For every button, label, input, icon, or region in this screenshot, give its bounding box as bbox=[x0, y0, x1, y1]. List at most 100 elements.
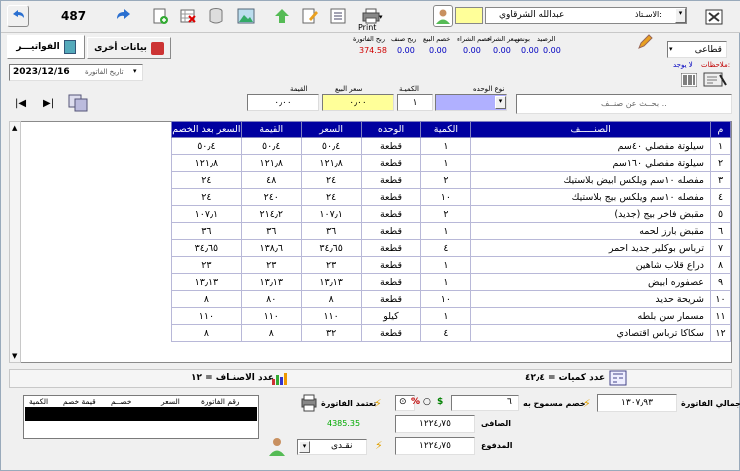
image-icon[interactable] bbox=[235, 5, 257, 27]
toolbar: 487 Print ▾ عبدالله الشرقاوي الاسـتاذ: ▾ bbox=[1, 1, 740, 33]
table-row[interactable]: ٢٤ ٢٤٠ ٢٤ قطعة ١٠ مفصله ١٠سم ويلكس بيج بلاستي… bbox=[171, 188, 732, 206]
radio-selected-icon[interactable]: ⊙ bbox=[399, 397, 407, 407]
new-document-icon[interactable] bbox=[149, 5, 171, 27]
customer-code-field[interactable] bbox=[455, 7, 483, 24]
tab-other-data[interactable]: بيانات أخرى bbox=[87, 37, 171, 59]
customer-name: عبدالله الشرقاوي bbox=[499, 10, 565, 20]
table-row[interactable]: ٨ ٨ ٣٢ قطعة ٤ سكاكا ترباس اقتصادي ١٢ bbox=[171, 324, 732, 342]
summary-value: 0.00 bbox=[493, 46, 511, 55]
table-cell: مقبض بارز لحمه bbox=[470, 222, 711, 240]
allowed-discount-value: ٦ bbox=[507, 397, 512, 407]
table-cell: شريحة حديد bbox=[470, 290, 711, 308]
summary-label: خصم الشراء bbox=[457, 35, 492, 43]
column-header[interactable]: القيمة bbox=[240, 121, 302, 138]
table-cell: ٨ bbox=[709, 256, 732, 274]
undo-icon[interactable] bbox=[7, 5, 29, 27]
items-table: السعر بعد الخصم القيمة السعر الوحده الكمية ال… bbox=[171, 121, 732, 342]
table-row[interactable]: ٣٤٫٦٥ ١٣٨٫٦ ٣٤٫٦٥ قطعة ٤ ترباس بوكلير جديد اح… bbox=[171, 239, 732, 257]
value-field[interactable]: ٠٫٠٠ bbox=[247, 94, 319, 111]
table-cell: ٤ bbox=[420, 239, 472, 257]
allowed-discount-label: خصم مسموح به bbox=[523, 399, 586, 408]
table-cell: ١٠ bbox=[420, 188, 472, 206]
table-cell: ١ bbox=[420, 154, 472, 172]
table-row[interactable]: ٢٣ ٢٣ ٢٣ قطعة ١ دراع قلاب شاهين ٨ bbox=[171, 256, 732, 274]
summary-label: ربح صنف bbox=[391, 35, 417, 43]
table-row[interactable]: ١١٠ ١١٠ ١١٠ كيلو ١ مسمار سن بلطه ١١ bbox=[171, 307, 732, 325]
green-value: 4385.35 bbox=[327, 419, 361, 428]
list-icon[interactable] bbox=[327, 5, 349, 27]
table-cell: ٢ bbox=[709, 154, 732, 172]
table-cell: ٩ bbox=[709, 273, 732, 291]
table-row[interactable]: ٨ ٨٠ ٨ قطعة ١٠ شريحة حديد ١٠ bbox=[171, 290, 732, 308]
summary-value: 374.58 bbox=[359, 46, 387, 55]
table-scrollbar[interactable]: ▲ ▼ bbox=[9, 121, 21, 363]
column-header[interactable]: السعر bbox=[300, 121, 362, 138]
chevron-down-icon[interactable]: ▾ bbox=[379, 13, 383, 21]
table-cell: ٧ bbox=[709, 239, 732, 257]
customer-dropdown-button[interactable]: ▾ bbox=[675, 8, 686, 23]
next-record-icon[interactable]: ▶| bbox=[43, 98, 54, 109]
scroll-down-icon[interactable]: ▼ bbox=[12, 352, 17, 360]
barcode-icon[interactable] bbox=[680, 72, 698, 88]
chevron-down-icon[interactable]: ▾ bbox=[299, 441, 310, 453]
price-label: سعر البيع bbox=[335, 85, 363, 93]
edit-icon[interactable] bbox=[299, 5, 321, 27]
sale-type-select[interactable]: قطاعى bbox=[667, 41, 727, 58]
column-header[interactable]: السعر بعد الخصم bbox=[171, 121, 242, 138]
percent-label: % bbox=[411, 397, 421, 407]
table-cell: ٤ bbox=[420, 324, 472, 342]
table-cell: ٥٠٫٤ bbox=[300, 137, 362, 155]
table-row[interactable]: ٣٦ ٣٦ ٣٦ قطعة ١ مقبض بارز لحمه ٦ bbox=[171, 222, 732, 240]
table-row[interactable]: ١٠٧٫١ ٢١٤٫٢ ١٠٧٫١ قطعة ٢ مقبض فاخر بيج (جديد)… bbox=[171, 205, 732, 223]
chevron-down-icon[interactable]: ▾ bbox=[495, 96, 506, 109]
table-cell: ١٢١٫٨ bbox=[300, 154, 362, 172]
redo-icon[interactable] bbox=[113, 5, 135, 27]
column-header[interactable]: م bbox=[709, 121, 732, 138]
table-row[interactable]: ٥٠٫٤ ٥٠٫٤ ٥٠٫٤ قطعة ١ سيلوتة مفصلي ٤٠سم ١ bbox=[171, 137, 732, 155]
pencil-icon[interactable] bbox=[637, 34, 653, 50]
customer-icon bbox=[267, 436, 287, 456]
summary-label: ربح الفاتورة bbox=[353, 35, 385, 43]
price-field[interactable]: ٠٫٠٠ bbox=[322, 94, 394, 111]
table-cell: ٤٨ bbox=[240, 171, 302, 189]
up-arrow-icon[interactable] bbox=[271, 5, 293, 27]
table-cell: ١١ bbox=[709, 307, 732, 325]
table-row[interactable]: ١٣٫١٣ ١٣٫١٣ ١٣٫١٣ قطعة ١ عصفوره ابيض ٩ bbox=[171, 273, 732, 291]
radio-empty-icon[interactable]: ○ bbox=[423, 397, 431, 407]
history-grid-active-row[interactable] bbox=[25, 407, 257, 421]
table-cell: سيلوتة مفصلي ٤٠سم bbox=[470, 137, 711, 155]
table-cell: ٢٤٠ bbox=[240, 188, 302, 206]
paid-field[interactable]: ١٢٢٤٫٧٥ bbox=[395, 437, 475, 455]
card-icon[interactable] bbox=[703, 71, 727, 89]
copy-records-icon[interactable] bbox=[67, 93, 89, 113]
tab-invoices[interactable]: الفواتيـــر bbox=[7, 35, 85, 59]
invoice-total-label: إجمالي الفاتورة bbox=[681, 399, 740, 408]
table-cell: مفصله ١٠سم ويلكس ابيض بلاستيك bbox=[470, 171, 711, 189]
qty-field[interactable]: ١ bbox=[397, 94, 433, 111]
delete-record-icon[interactable] bbox=[177, 5, 199, 27]
table-cell: مسمار سن بلطه bbox=[470, 307, 711, 325]
tab-invoices-label: الفواتيـــر bbox=[16, 42, 60, 52]
column-header[interactable]: الكمية bbox=[420, 121, 472, 138]
customer-label: الاسـتاذ: bbox=[635, 10, 662, 19]
first-record-icon[interactable]: |◀ bbox=[15, 98, 26, 109]
table-cell: ١ bbox=[420, 307, 472, 325]
table-row[interactable]: ٢٤ ٤٨ ٢٤ قطعة ٢ مفصله ١٠سم ويلكس ابيض بلاستيك… bbox=[171, 171, 732, 189]
close-window-icon[interactable] bbox=[701, 4, 727, 30]
people-icon bbox=[150, 41, 164, 55]
lightning-icon: ⚡ bbox=[374, 397, 382, 410]
table-cell: كيلو bbox=[360, 307, 422, 325]
column-header[interactable]: الوحده bbox=[360, 121, 422, 138]
chevron-down-icon[interactable]: ▾ bbox=[669, 45, 673, 53]
scroll-up-icon[interactable]: ▲ bbox=[12, 124, 17, 132]
table-cell: ٣٤٫٦٥ bbox=[171, 239, 242, 257]
table-cell: مقبض فاخر بيج (جديد) bbox=[470, 205, 711, 223]
database-icon[interactable] bbox=[205, 5, 227, 27]
table-row[interactable]: ١٢١٫٨ ١٢١٫٨ ١٢١٫٨ قطعة ١ سيلوتة مفصلي ١٦٠سم ٢ bbox=[171, 154, 732, 172]
approve-invoice-icon[interactable] bbox=[299, 393, 319, 413]
column-header[interactable]: الصنـــــف bbox=[470, 121, 711, 138]
chevron-down-icon[interactable]: ▾ bbox=[133, 67, 137, 75]
table-cell: ١٣٫١٣ bbox=[300, 273, 362, 291]
table-cell: قطعة bbox=[360, 205, 422, 223]
table-cell: قطعة bbox=[360, 290, 422, 308]
